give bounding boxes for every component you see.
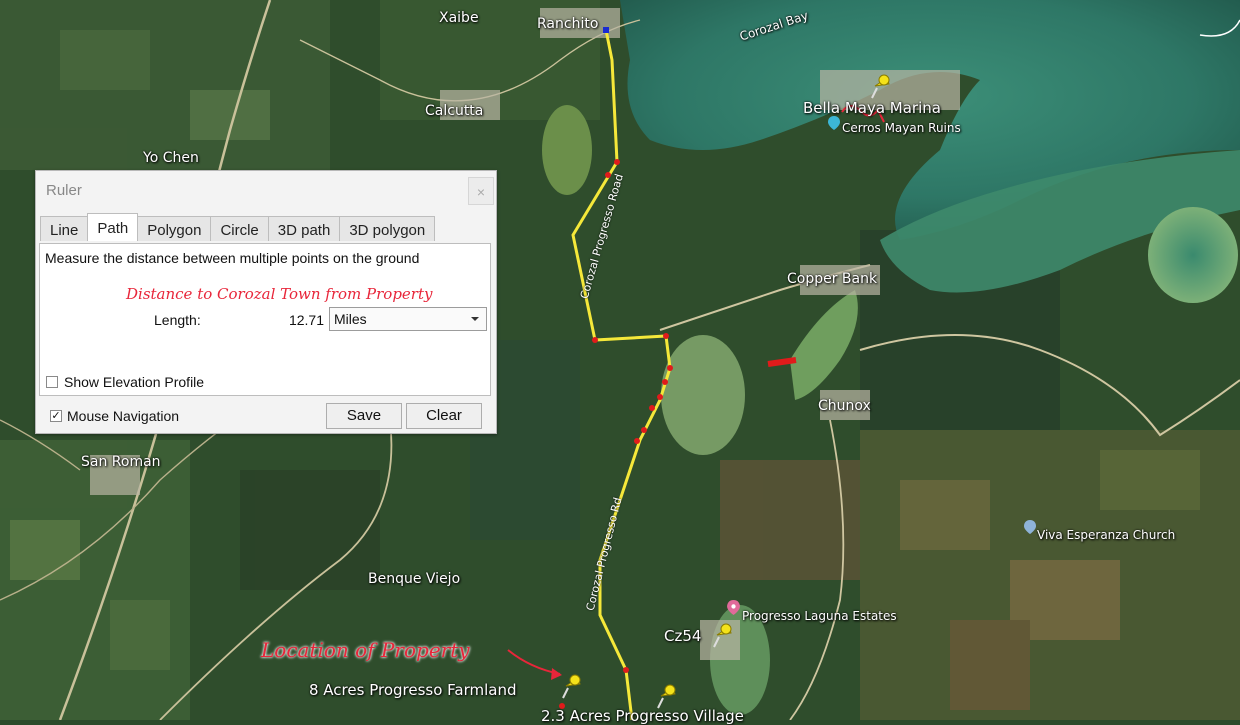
place-label-village[interactable]: 2.3 Acres Progresso Village <box>541 707 744 725</box>
mouse-navigation-checkbox[interactable]: ✓ <box>50 410 62 422</box>
place-marker-icon[interactable] <box>727 600 740 615</box>
place-label-calcutta: Calcutta <box>425 103 484 119</box>
save-button[interactable]: Save <box>326 403 402 429</box>
distance-annotation: Distance to Corozal Town from Property <box>126 285 433 303</box>
place-label-viva-esperanza[interactable]: Viva Esperanza Church <box>1037 528 1175 542</box>
place-label-progresso-laguna[interactable]: Progresso Laguna Estates <box>742 609 897 623</box>
place-label-bella-maya[interactable]: Bella Maya Marina <box>803 99 941 117</box>
place-label-ranchito: Ranchito <box>537 16 599 32</box>
tab-line[interactable]: Line <box>40 216 89 241</box>
place-label-yo-chen: Yo Chen <box>143 150 199 166</box>
church-icon[interactable] <box>1024 520 1036 534</box>
tab-3d-polygon[interactable]: 3D polygon <box>339 216 436 241</box>
place-label-cz54[interactable]: Cz54 <box>664 627 701 645</box>
place-label-chunox: Chunox <box>818 398 871 414</box>
length-label: Length: <box>154 312 201 328</box>
place-label-xaibe: Xaibe <box>439 10 479 26</box>
unit-select[interactable]: Miles <box>329 307 487 331</box>
tab-polygon[interactable]: Polygon <box>137 216 212 241</box>
path-panel: Measure the distance between multiple po… <box>39 243 491 396</box>
path-description: Measure the distance between multiple po… <box>45 250 420 266</box>
property-location-annotation: Location of Property <box>261 638 470 662</box>
place-label-san-roman: San Roman <box>81 454 161 470</box>
yellow-pushpin-icon[interactable] <box>869 72 893 100</box>
place-label-farmland[interactable]: 8 Acres Progresso Farmland <box>309 681 517 699</box>
clear-button[interactable]: Clear <box>406 403 482 429</box>
mouse-navigation-label[interactable]: Mouse Navigation <box>67 408 179 424</box>
close-button[interactable]: × <box>468 177 494 205</box>
ruler-dialog[interactable]: Ruler × Line Path Polygon Circle 3D path… <box>35 170 497 434</box>
ruler-tabs: Line Path Polygon Circle 3D path 3D poly… <box>40 213 436 242</box>
tab-circle[interactable]: Circle <box>210 216 269 241</box>
place-label-cerros[interactable]: Cerros Mayan Ruins <box>842 121 961 135</box>
yellow-pushpin-icon[interactable] <box>655 682 679 710</box>
place-label-copper-bank: Copper Bank <box>787 271 878 287</box>
yellow-pushpin-icon[interactable] <box>560 672 584 700</box>
tab-3d-path[interactable]: 3D path <box>267 216 341 241</box>
place-label-benque-viejo: Benque Viejo <box>368 571 461 587</box>
ruins-icon[interactable] <box>828 116 840 130</box>
dialog-title: Ruler <box>46 182 82 199</box>
length-value: 12.71 <box>288 312 324 328</box>
tab-path[interactable]: Path <box>87 213 139 241</box>
unit-select-value: Miles <box>334 311 367 327</box>
yellow-pushpin-icon[interactable] <box>711 621 735 649</box>
show-elevation-label[interactable]: Show Elevation Profile <box>64 374 204 390</box>
show-elevation-checkbox[interactable] <box>46 376 58 388</box>
chevron-down-icon <box>471 317 479 321</box>
